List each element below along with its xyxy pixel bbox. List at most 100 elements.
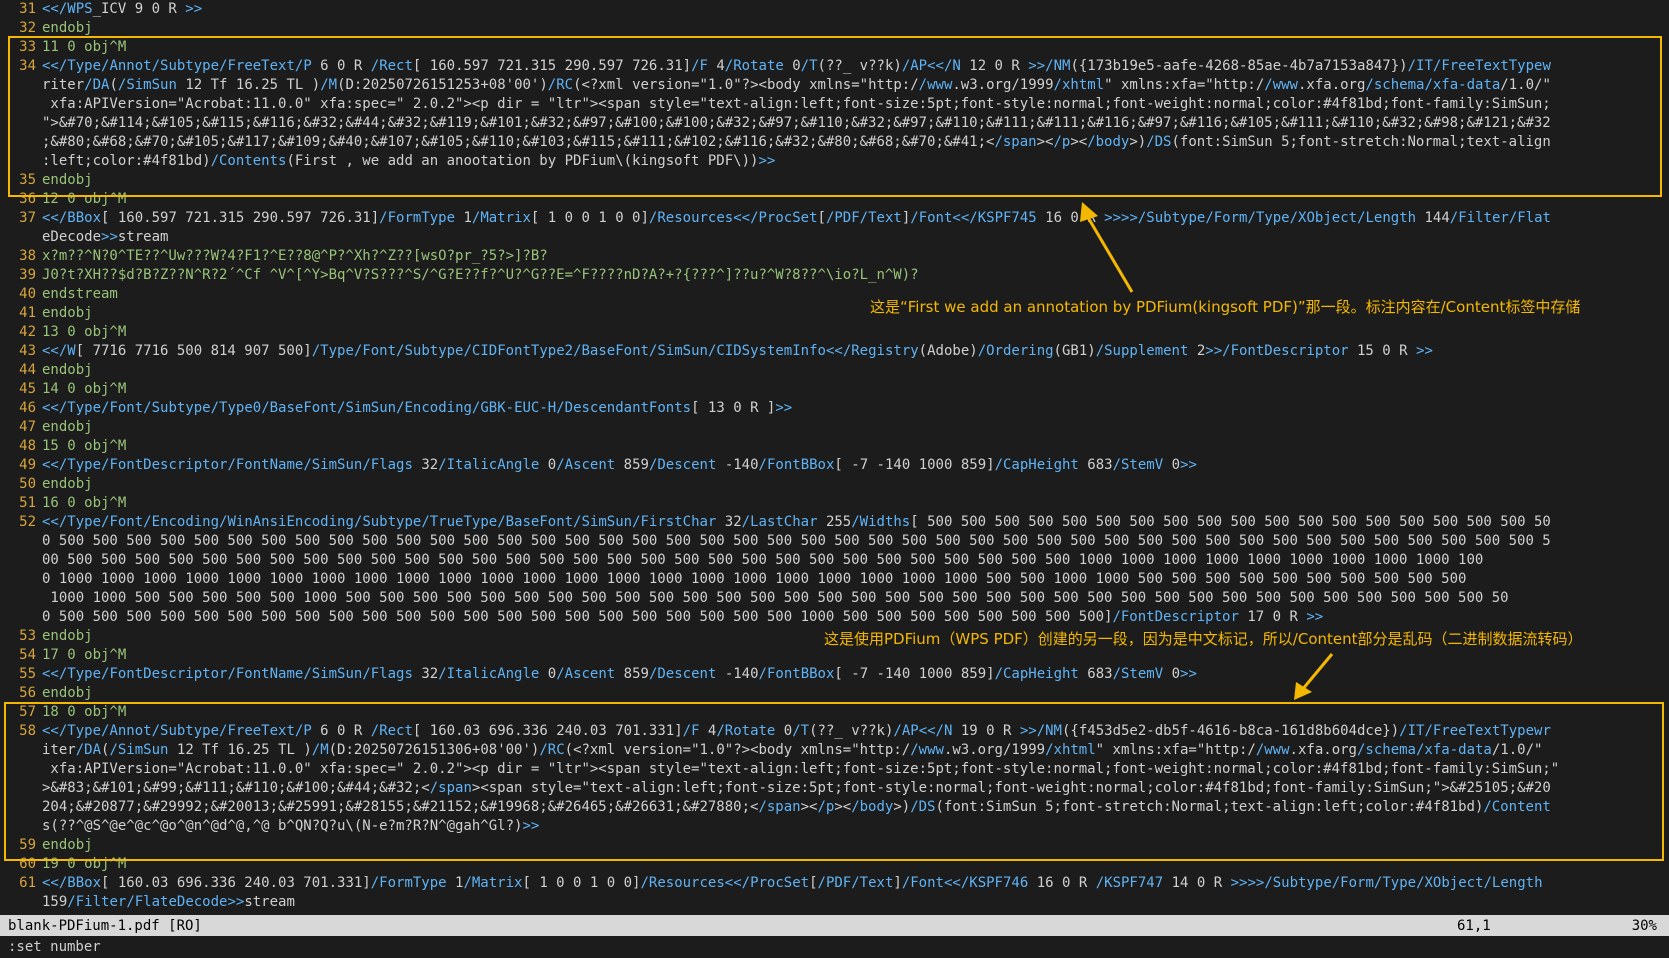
command-line[interactable]: :set number xyxy=(0,936,1669,958)
code-line[interactable]: 35 endobj xyxy=(0,171,1669,190)
line-number: 53 xyxy=(19,628,36,644)
line-number: 45 xyxy=(19,381,36,397)
code-line[interactable]: 0 500 500 500 500 500 500 500 500 500 50… xyxy=(0,608,1669,627)
line-number xyxy=(0,76,42,95)
code-line[interactable]: 159/Filter/FlateDecode>>stream xyxy=(0,893,1669,912)
line-number: 34 xyxy=(19,58,36,74)
code-line[interactable]: 46 <</Type/Font/Subtype/Type0/BaseFont/Si… xyxy=(0,399,1669,418)
code-line[interactable]: 45 14 0 obj^M xyxy=(0,380,1669,399)
code-line[interactable]: 32 endobj xyxy=(0,19,1669,38)
editor-pane[interactable]: 31 <</WPS_ICV 9 0 R >> 32 endobj 33 11 0 obj^… xyxy=(0,0,1669,915)
line-number xyxy=(0,570,42,589)
line-number xyxy=(0,95,42,114)
code-line[interactable]: 56 endobj xyxy=(0,684,1669,703)
line-text: 15 0 obj^M xyxy=(42,438,127,454)
code-line[interactable]: 1000 1000 500 500 500 500 500 1000 500 5… xyxy=(0,589,1669,608)
code-line[interactable]: 43 <</W[ 7716 7716 500 814 907 500]/Type/… xyxy=(0,342,1669,361)
line-text: ;&#80;&#68;&#70;&#105;&#117;&#109;&#40;&… xyxy=(42,134,1551,150)
code-line[interactable]: 34 <</Type/Annot/Subtype/FreeText/P 6 0 R… xyxy=(0,57,1669,76)
line-number: 47 xyxy=(19,419,36,435)
code-line[interactable]: 33 11 0 obj^M xyxy=(0,38,1669,57)
code-line[interactable]: 48 15 0 obj^M xyxy=(0,437,1669,456)
line-number: 50 xyxy=(19,476,36,492)
line-number: 57 xyxy=(19,704,36,720)
code-line[interactable]: 38 x?m??^N?0^TE??^Uw???W?4?F1?^E??8@^P?^X… xyxy=(0,247,1669,266)
line-text: <</Type/FontDescriptor/FontName/SimSun/F… xyxy=(42,457,1197,473)
code-line[interactable]: 39 J0?t?XH??$d?B?Z??N^R?2´^Cf ^V^[^Y>Bq^V… xyxy=(0,266,1669,285)
line-text: s(??^@S^@e^@c^@o^@n^@d^@,^@ b^QN?Q?u\(N-… xyxy=(42,818,540,834)
line-number: 38 xyxy=(19,248,36,264)
code-line[interactable]: 58 <</Type/Annot/Subtype/FreeText/P 6 0 R… xyxy=(0,722,1669,741)
code-line[interactable]: 49 <</Type/FontDescriptor/FontName/SimSun… xyxy=(0,456,1669,475)
code-line[interactable]: 0 500 500 500 500 500 500 500 500 500 50… xyxy=(0,532,1669,551)
line-number xyxy=(0,741,42,760)
line-text: <</Type/Annot/Subtype/FreeText/P 6 0 R /… xyxy=(42,58,1551,74)
code-line[interactable]: 00 500 500 500 500 500 500 500 500 500 5… xyxy=(0,551,1669,570)
annotation-note-second: 这是使用PDFium（WPS PDF）创建的另一段，因为是中文标记，所以/Con… xyxy=(824,630,1583,648)
code-line[interactable]: 47 endobj xyxy=(0,418,1669,437)
code-line[interactable]: 36 12 0 obj^M xyxy=(0,190,1669,209)
line-number xyxy=(0,114,42,133)
code-line[interactable]: 60 19 0 obj^M xyxy=(0,855,1669,874)
line-number xyxy=(0,779,42,798)
code-line[interactable]: xfa:APIVersion="Acrobat:11.0.0" xfa:spec… xyxy=(0,760,1669,779)
line-text: 1000 1000 500 500 500 500 500 1000 500 5… xyxy=(42,590,1509,606)
code-line[interactable]: xfa:APIVersion="Acrobat:11.0.0" xfa:spec… xyxy=(0,95,1669,114)
line-number: 36 xyxy=(19,191,36,207)
code-line[interactable]: 61 <</BBox[ 160.03 696.336 240.03 701.331… xyxy=(0,874,1669,893)
line-number: 35 xyxy=(19,172,36,188)
code-line[interactable]: s(??^@S^@e^@c^@o^@n^@d^@,^@ b^QN?Q?u\(N-… xyxy=(0,817,1669,836)
line-text: eDecode>>stream xyxy=(42,229,169,245)
line-number: 59 xyxy=(19,837,36,853)
line-text: endobj xyxy=(42,362,93,378)
code-line[interactable]: riter/DA(/SimSun 12 Tf 16.25 TL )/M(D:20… xyxy=(0,76,1669,95)
code-line[interactable]: 0 1000 1000 1000 1000 1000 1000 1000 100… xyxy=(0,570,1669,589)
line-text: 13 0 obj^M xyxy=(42,324,127,340)
line-number: 51 xyxy=(19,495,36,511)
code-line[interactable]: 59 endobj xyxy=(0,836,1669,855)
status-filename: blank-PDFium-1.pdf [RO] xyxy=(8,917,202,934)
code-line[interactable]: ;&#80;&#68;&#70;&#105;&#117;&#109;&#40;&… xyxy=(0,133,1669,152)
code-line[interactable]: iter/DA(/SimSun 12 Tf 16.25 TL )/M(D:202… xyxy=(0,741,1669,760)
line-number xyxy=(0,760,42,779)
line-number xyxy=(0,532,42,551)
status-cursor-position: 61,1 xyxy=(1457,917,1491,934)
line-text: 16 0 obj^M xyxy=(42,495,127,511)
code-line[interactable]: 51 16 0 obj^M xyxy=(0,494,1669,513)
code-line[interactable]: ">&#70;&#114;&#105;&#115;&#116;&#32;&#44… xyxy=(0,114,1669,133)
line-number: 54 xyxy=(19,647,36,663)
line-text: 0 500 500 500 500 500 500 500 500 500 50… xyxy=(42,533,1551,549)
code-line[interactable]: 50 endobj xyxy=(0,475,1669,494)
line-text: <</Type/Annot/Subtype/FreeText/P 6 0 R /… xyxy=(42,723,1551,739)
line-text: 0 1000 1000 1000 1000 1000 1000 1000 100… xyxy=(42,571,1467,587)
line-text: <</Type/FontDescriptor/FontName/SimSun/F… xyxy=(42,666,1197,682)
line-text: endobj xyxy=(42,419,93,435)
line-number: 46 xyxy=(19,400,36,416)
code-line[interactable]: 44 endobj xyxy=(0,361,1669,380)
line-text: 18 0 obj^M xyxy=(42,704,127,720)
code-line[interactable]: eDecode>>stream xyxy=(0,228,1669,247)
line-number xyxy=(0,228,42,247)
code-line[interactable]: :left;color:#4f81bd)/Contents(First , we… xyxy=(0,152,1669,171)
code-line[interactable]: 52 <</Type/Font/Encoding/WinAnsiEncoding/… xyxy=(0,513,1669,532)
line-text: <</Type/Font/Encoding/WinAnsiEncoding/Su… xyxy=(42,514,1551,530)
code-line[interactable]: 55 <</Type/FontDescriptor/FontName/SimSun… xyxy=(0,665,1669,684)
code-line[interactable]: 42 13 0 obj^M xyxy=(0,323,1669,342)
line-number: 43 xyxy=(19,343,36,359)
code-line[interactable]: 204;&#20877;&#29992;&#20013;&#25991;&#28… xyxy=(0,798,1669,817)
line-text: x?m??^N?0^TE??^Uw???W?4?F1?^E??8@^P?^Xh?… xyxy=(42,248,548,264)
line-text: 159/Filter/FlateDecode>>stream xyxy=(42,894,295,910)
line-number: 37 xyxy=(19,210,36,226)
line-number: 40 xyxy=(19,286,36,302)
line-text: 14 0 obj^M xyxy=(42,381,127,397)
line-text: >&#83;&#101;&#99;&#111;&#110;&#100;&#44;… xyxy=(42,780,1551,796)
code-line[interactable]: >&#83;&#101;&#99;&#111;&#110;&#100;&#44;… xyxy=(0,779,1669,798)
code-line[interactable]: 57 18 0 obj^M xyxy=(0,703,1669,722)
line-number xyxy=(0,817,42,836)
code-line[interactable]: 37 <</BBox[ 160.597 721.315 290.597 726.3… xyxy=(0,209,1669,228)
line-text: <</W[ 7716 7716 500 814 907 500]/Type/Fo… xyxy=(42,343,1433,359)
code-line[interactable]: 31 <</WPS_ICV 9 0 R >> xyxy=(0,0,1669,19)
line-number xyxy=(0,133,42,152)
line-text: endobj xyxy=(42,837,93,853)
line-number: 48 xyxy=(19,438,36,454)
